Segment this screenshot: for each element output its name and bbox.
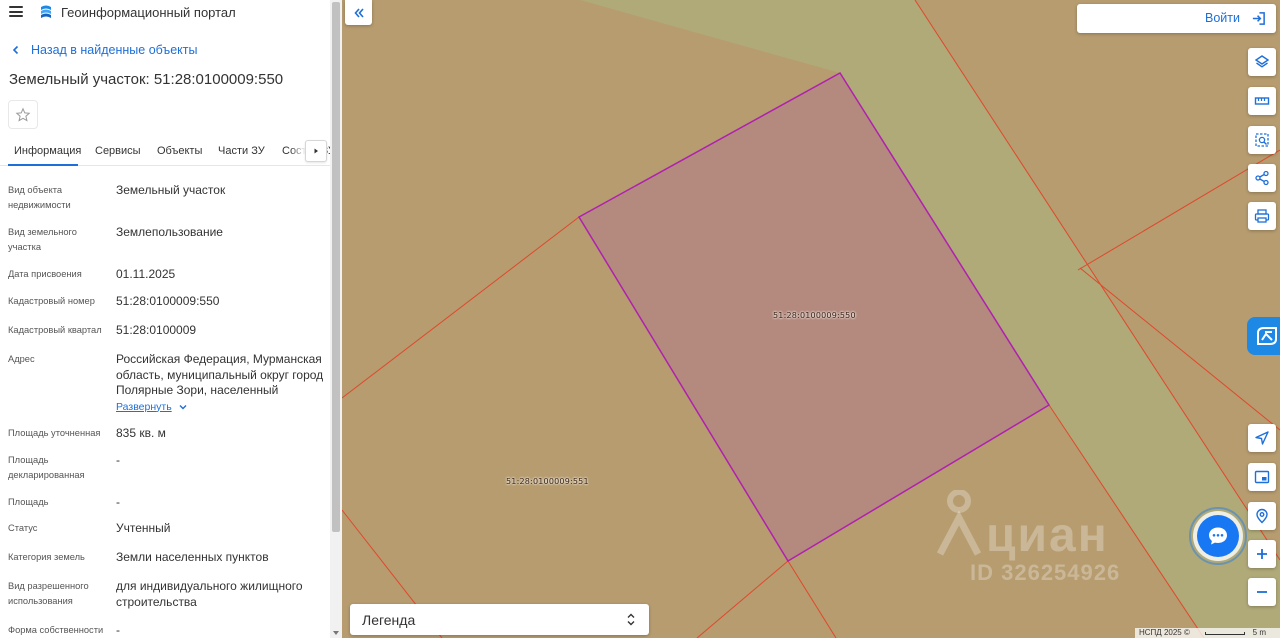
- minimap-icon: [1254, 470, 1270, 484]
- map-view[interactable]: 51:28:0100009:550 51:28:0100009:551 циан…: [342, 0, 1280, 638]
- tab-parts[interactable]: Части ЗУ: [218, 145, 265, 157]
- chat-button[interactable]: [1197, 515, 1239, 557]
- sort-arrows-icon: [627, 613, 635, 626]
- address-value: Российская Федерация, Мурманская область…: [116, 352, 324, 397]
- chevron-down-icon: [179, 405, 187, 410]
- locate-icon: [1255, 431, 1269, 445]
- area-select-button[interactable]: [1248, 126, 1276, 154]
- double-chevron-left-icon: [353, 7, 364, 18]
- cian-logo-icon: [1257, 327, 1277, 345]
- legend-dropdown[interactable]: Легенда: [350, 604, 649, 635]
- hamburger-icon[interactable]: [9, 6, 23, 17]
- neighbor-parcel-label: 51:28:0100009:551: [506, 477, 589, 486]
- login-label: Войти: [1205, 11, 1240, 25]
- back-to-results-link[interactable]: Назад в найденные объекты: [10, 43, 197, 57]
- tab-objects[interactable]: Объекты: [157, 145, 202, 157]
- ruler-icon: [1254, 97, 1270, 105]
- locate-button[interactable]: [1248, 424, 1276, 452]
- print-button[interactable]: [1248, 202, 1276, 230]
- caret-right-icon: [314, 148, 318, 154]
- scroll-down-icon[interactable]: [331, 628, 341, 638]
- active-tab-indicator: [8, 164, 78, 166]
- geo-search-icon: [1256, 508, 1268, 524]
- portal-logo-icon: [41, 5, 51, 18]
- portal-title: Геоинформационный портал: [61, 5, 236, 20]
- area-select-icon: [1255, 133, 1269, 147]
- zoom-in-button[interactable]: [1248, 540, 1276, 568]
- zoom-in-icon: [1257, 549, 1267, 559]
- back-link-label: Назад в найденные объекты: [31, 43, 198, 57]
- scale-line: [1205, 632, 1245, 635]
- zoom-out-icon: [1257, 591, 1267, 593]
- collapse-sidebar-button[interactable]: [345, 0, 372, 25]
- tabs-scroll-right-button[interactable]: [305, 140, 327, 162]
- scale-label: 5 m: [1252, 628, 1266, 637]
- sidebar-scrollbar-thumb[interactable]: [332, 2, 340, 532]
- share-icon: [1255, 170, 1269, 186]
- chevron-left-icon: [12, 45, 19, 55]
- login-button[interactable]: Войти: [1077, 4, 1276, 33]
- tab-information[interactable]: Информация: [14, 145, 81, 157]
- page-title: Земельный участок: 51:28:0100009:550: [9, 71, 284, 88]
- selected-parcel-label: 51:28:0100009:550: [773, 311, 856, 320]
- minimap-button[interactable]: [1248, 463, 1276, 491]
- star-icon: [15, 107, 31, 122]
- geo-search-button[interactable]: [1248, 502, 1276, 530]
- ruler-button[interactable]: [1248, 87, 1276, 115]
- zoom-out-button[interactable]: [1248, 578, 1276, 606]
- favorite-button[interactable]: [8, 100, 38, 129]
- print-icon: [1254, 209, 1270, 223]
- tab-services[interactable]: Сервисы: [95, 145, 141, 157]
- chat-icon: [1209, 527, 1227, 545]
- layers-icon: [1254, 55, 1270, 68]
- expand-address-link[interactable]: Развернуть: [116, 400, 188, 416]
- sidebar: Геоинформационный портал Назад в найденн…: [0, 0, 342, 638]
- cian-side-button[interactable]: [1247, 317, 1280, 355]
- topbar: Геоинформационный портал: [0, 0, 330, 26]
- map-attribution: НСПД 2025 ©: [1139, 628, 1190, 637]
- tabs: Информация Сервисы Объекты Части ЗУ Сост…: [0, 138, 335, 166]
- share-button[interactable]: [1248, 164, 1276, 192]
- login-icon: [1252, 12, 1265, 25]
- legend-label: Легенда: [362, 612, 416, 628]
- layers-button[interactable]: [1248, 48, 1276, 76]
- map-scale-bar: НСПД 2025 © 5 m: [1135, 628, 1280, 638]
